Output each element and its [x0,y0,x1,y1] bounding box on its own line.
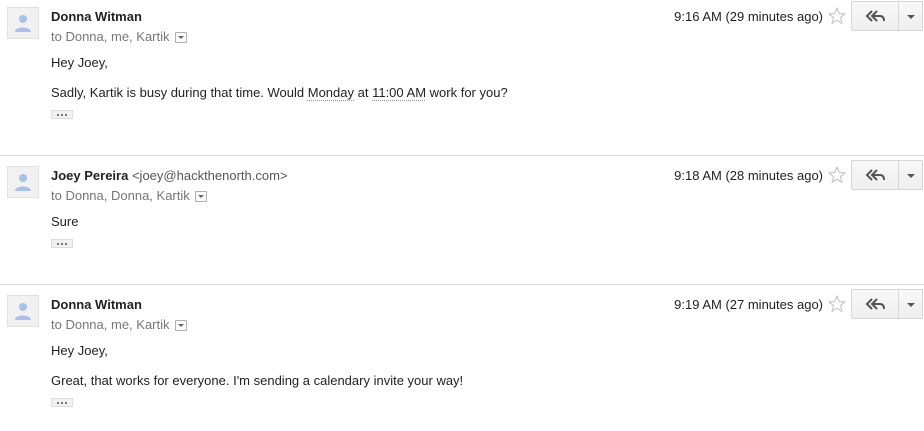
recipients-dropdown-icon[interactable] [174,31,187,43]
reply-button-group [851,1,923,31]
recipients: to Donna, me, Kartik [51,317,187,333]
recipients-label: to Donna, me, Kartik [51,317,170,332]
message-divider [0,155,924,156]
message-greeting: Hey Joey, [51,343,108,358]
more-options-button[interactable] [899,289,923,319]
message-3: Donna Witman to Donna, me, Kartik 9:19 A… [0,288,924,431]
time-link[interactable]: 11:00 AM [372,85,426,100]
reply-button-group [851,160,923,190]
reply-all-button[interactable] [851,289,899,319]
star-icon[interactable] [827,165,847,185]
recipients-dropdown-icon[interactable] [194,190,207,202]
sender-email: <joey@hackthenorth.com> [131,168,288,183]
star-icon[interactable] [827,294,847,314]
message-1: Donna Witman to Donna, me, Kartik 9:16 A… [0,0,924,155]
recipients-dropdown-icon[interactable] [174,319,187,331]
message-body: Great, that works for everyone. I'm send… [51,373,464,388]
sender-name[interactable]: Donna Witman [51,297,142,312]
sender: Joey Pereira <joey@hackthenorth.com> [51,168,288,184]
show-trimmed-content-button[interactable] [51,398,73,407]
reply-all-button[interactable] [851,160,899,190]
more-options-button[interactable] [899,160,923,190]
date-link[interactable]: Monday [308,85,354,100]
body-text: at [354,85,373,100]
body-text: work for you? [426,85,508,100]
sender-avatar-icon[interactable] [7,166,39,198]
sender-name[interactable]: Joey Pereira [51,168,128,183]
reply-button-group [851,289,923,319]
sender-name[interactable]: Donna Witman [51,9,142,24]
show-trimmed-content-button[interactable] [51,239,73,248]
message-divider [0,284,924,285]
recipients-label: to Donna, Donna, Kartik [51,188,190,203]
recipients: to Donna, Donna, Kartik [51,188,207,204]
more-options-button[interactable] [899,1,923,31]
message-timestamp[interactable]: 9:19 AM (27 minutes ago) [674,297,823,313]
message-timestamp[interactable]: 9:16 AM (29 minutes ago) [674,9,823,25]
recipients: to Donna, me, Kartik [51,29,187,45]
sender-avatar-icon[interactable] [7,295,39,327]
message-body: Sure [51,214,79,229]
sender: Donna Witman [51,9,142,25]
recipients-label: to Donna, me, Kartik [51,29,170,44]
message-2: Joey Pereira <joey@hackthenorth.com> to … [0,159,924,284]
reply-all-icon [865,169,885,181]
show-trimmed-content-button[interactable] [51,110,73,119]
sender: Donna Witman [51,297,142,313]
message-timestamp[interactable]: 9:18 AM (28 minutes ago) [674,168,823,184]
sender-avatar-icon[interactable] [7,7,39,39]
reply-all-button[interactable] [851,1,899,31]
message-body: Sadly, Kartik is busy during that time. … [51,85,508,101]
reply-all-icon [865,298,885,310]
body-text: Sadly, Kartik is busy during that time. … [51,85,308,100]
reply-all-icon [865,10,885,22]
star-icon[interactable] [827,6,847,26]
message-greeting: Hey Joey, [51,55,108,70]
